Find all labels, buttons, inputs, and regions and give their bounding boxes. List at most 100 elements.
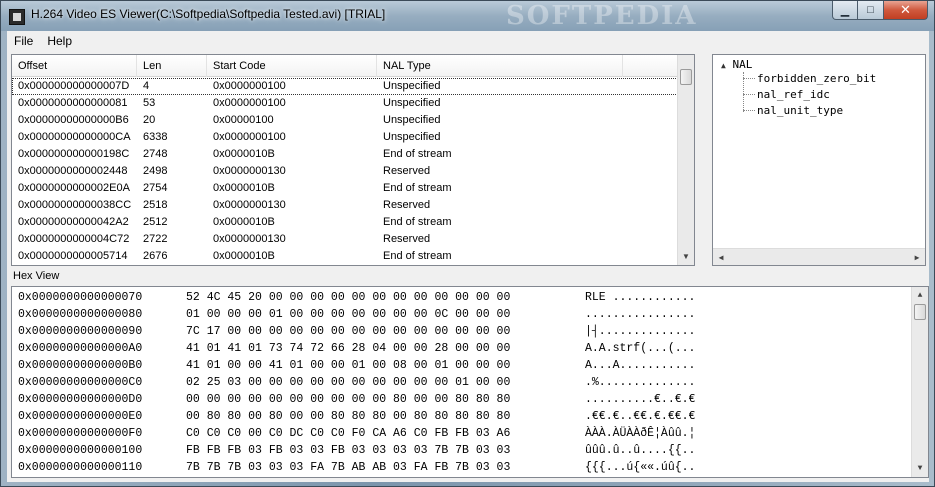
cell-nal-type: Unspecified xyxy=(383,131,441,143)
cell-nal-type: End of stream xyxy=(383,216,452,228)
tree-collapse-icon[interactable]: ▲ xyxy=(721,61,726,70)
hex-address: 0x0000000000000090 xyxy=(18,325,143,338)
panel-splitter[interactable] xyxy=(699,54,709,266)
title-bar[interactable]: H.264 Video ES Viewer(C:\Softpedia\Softp… xyxy=(1,1,934,31)
main-window: H.264 Video ES Viewer(C:\Softpedia\Softp… xyxy=(0,0,935,487)
nal-table-row[interactable]: 0x0000000000004C72 2722 0x0000000130 Reserv… xyxy=(12,231,682,248)
hex-ascii: A...A........... xyxy=(585,359,696,372)
cell-start-code: 0x0000010B xyxy=(213,148,275,160)
nal-table-row[interactable]: 0x000000000000198C 2748 0x0000010B End of s… xyxy=(12,146,682,163)
nal-list[interactable]: Offset Len Start Code NAL Type 0x0000000… xyxy=(11,54,695,266)
cell-offset: 0x000000000000198C xyxy=(18,148,130,160)
cell-start-code: 0x0000000100 xyxy=(213,131,286,143)
menu-file[interactable]: File xyxy=(7,34,40,48)
scroll-down-icon[interactable]: ▼ xyxy=(912,460,928,477)
nal-table-row[interactable]: 0x0000000000002448 2498 0x0000000130 Reserv… xyxy=(12,163,682,180)
hex-bytes: 02 25 03 00 00 00 00 00 00 00 00 00 00 0… xyxy=(186,376,511,389)
cell-nal-type: Unspecified xyxy=(383,97,441,109)
hex-ascii: {{{...ú{««.úû{.. xyxy=(585,461,696,474)
nal-table-row[interactable]: 0x00000000000000B6 20 0x00000100 Unspecifie… xyxy=(12,112,682,129)
hex-view-scroll-thumb[interactable] xyxy=(914,304,926,320)
tree-node-nal[interactable]: ▲ NAL xyxy=(721,58,752,71)
cell-nal-type: Unspecified xyxy=(383,114,441,126)
hex-view-vertical-scrollbar[interactable]: ▲ ▼ xyxy=(911,287,928,477)
hex-bytes: 00 00 00 00 00 00 00 00 00 00 80 00 00 8… xyxy=(186,393,511,406)
cell-len: 2676 xyxy=(143,250,168,262)
nal-table-row[interactable]: 0x00000000000038CC 2518 0x0000000130 Reserv… xyxy=(12,197,682,214)
close-icon: ✕ xyxy=(900,2,911,17)
maximize-button[interactable]: □ xyxy=(858,1,884,20)
column-header-nal-type[interactable]: NAL Type xyxy=(377,55,623,77)
nal-field-tree[interactable]: ▲ NAL forbidden_zero_bit nal_ref_idc nal… xyxy=(712,54,926,266)
hex-address: 0x00000000000000C0 xyxy=(18,376,143,389)
hex-address: 0x0000000000000070 xyxy=(18,291,143,304)
hex-row[interactable]: 0x0000000000000100 FB FB FB 03 FB 03 03 F… xyxy=(18,442,898,459)
hex-view[interactable]: 0x0000000000000070 52 4C 45 20 00 00 00 0… xyxy=(11,286,929,478)
close-button[interactable]: ✕ xyxy=(884,1,928,20)
hex-row[interactable]: 0x00000000000000B0 41 01 00 00 41 01 00 0… xyxy=(18,357,898,374)
hex-ascii: .€€.€..€€.€.€€.€ xyxy=(585,410,696,423)
nal-table-row[interactable]: 0x000000000000007D 4 0x0000000100 Unspecifi… xyxy=(12,78,682,95)
menu-bar: File Help xyxy=(7,31,929,50)
hex-row[interactable]: 0x0000000000000070 52 4C 45 20 00 00 00 0… xyxy=(18,289,898,306)
nal-list-header: Offset Len Start Code NAL Type xyxy=(12,55,682,77)
scroll-right-icon[interactable]: ▶ xyxy=(909,249,925,265)
hex-ascii: RLE ............ xyxy=(585,291,696,304)
hex-ascii: ..........€..€.€ xyxy=(585,393,696,406)
hex-bytes: FB FB FB 03 FB 03 03 FB 03 03 03 03 7B 7… xyxy=(186,444,511,457)
nal-table-row[interactable]: 0x0000000000002E0A 2754 0x0000010B End of s… xyxy=(12,180,682,197)
maximize-icon: □ xyxy=(867,4,874,16)
hex-row[interactable]: 0x00000000000000A0 41 01 41 01 73 74 72 6… xyxy=(18,340,898,357)
cell-start-code: 0x0000010B xyxy=(213,216,275,228)
column-header-len[interactable]: Len xyxy=(137,55,207,77)
tree-horizontal-scrollbar[interactable]: ◀ ▶ xyxy=(713,248,925,265)
nal-table-row[interactable]: 0x00000000000000CA 6338 0x0000000100 Unspec… xyxy=(12,129,682,146)
nal-list-scroll-thumb[interactable] xyxy=(680,69,692,85)
nal-list-vertical-scrollbar[interactable]: ▼ xyxy=(677,55,694,265)
cell-nal-type: End of stream xyxy=(383,148,452,160)
watermark-text: SOFTPEDIA xyxy=(506,1,698,31)
hex-bytes: 7B 7B 7B 03 03 03 FA 7B AB AB 03 FA FB 7… xyxy=(186,461,511,474)
hex-row[interactable]: 0x00000000000000C0 02 25 03 00 00 00 00 0… xyxy=(18,374,898,391)
nal-table-row[interactable]: 0x0000000000005714 2676 0x0000010B End of s… xyxy=(12,248,682,265)
hex-row[interactable]: 0x0000000000000080 01 00 00 00 01 00 00 0… xyxy=(18,306,898,323)
scroll-up-icon[interactable]: ▲ xyxy=(912,287,928,304)
scroll-down-icon[interactable]: ▼ xyxy=(678,248,694,265)
app-icon[interactable] xyxy=(9,9,25,25)
cell-offset: 0x0000000000002E0A xyxy=(18,182,130,194)
hex-address: 0x00000000000000A0 xyxy=(18,342,143,355)
cell-start-code: 0x00000100 xyxy=(213,114,274,126)
hex-row[interactable]: 0x00000000000000E0 00 80 80 00 80 00 00 8… xyxy=(18,408,898,425)
hex-row[interactable]: 0x00000000000000D0 00 00 00 00 00 00 00 0… xyxy=(18,391,898,408)
minimize-button[interactable]: ▁ xyxy=(832,1,858,20)
hex-view-label: Hex View xyxy=(13,270,60,282)
hex-bytes: 7C 17 00 00 00 00 00 00 00 00 00 00 00 0… xyxy=(186,325,511,338)
tree-node-nal-unit-type[interactable]: nal_unit_type xyxy=(757,104,843,117)
menu-help[interactable]: Help xyxy=(40,34,79,48)
hex-address: 0x00000000000000B0 xyxy=(18,359,143,372)
hex-row[interactable]: 0x0000000000000090 7C 17 00 00 00 00 00 0… xyxy=(18,323,898,340)
nal-table-row[interactable]: 0x00000000000042A2 2512 0x0000010B End of s… xyxy=(12,214,682,231)
tree-node-nal-ref-idc[interactable]: nal_ref_idc xyxy=(757,88,830,101)
cell-offset: 0x00000000000000B6 xyxy=(18,114,129,126)
nal-table-row[interactable]: 0x0000000000000081 53 0x0000000100 Unspecif… xyxy=(12,95,682,112)
hex-ascii: ûûû.û..û....{{.. xyxy=(585,444,696,457)
tree-node-label: NAL xyxy=(732,58,753,71)
hex-row[interactable]: 0x00000000000000F0 C0 C0 C0 00 C0 DC C0 C… xyxy=(18,425,898,442)
cell-nal-type: End of stream xyxy=(383,250,452,262)
hex-address: 0x0000000000000080 xyxy=(18,308,143,321)
column-header-start-code[interactable]: Start Code xyxy=(207,55,377,77)
tree-node-forbidden-zero-bit[interactable]: forbidden_zero_bit xyxy=(757,72,876,85)
hex-row[interactable]: 0x0000000000000110 7B 7B 7B 03 03 03 FA 7… xyxy=(18,459,898,476)
scroll-left-icon[interactable]: ◀ xyxy=(713,249,729,265)
client-area: Offset Len Start Code NAL Type 0x0000000… xyxy=(7,50,929,482)
cell-start-code: 0x0000010B xyxy=(213,250,275,262)
cell-nal-type: Reserved xyxy=(383,165,431,177)
cell-start-code: 0x0000000100 xyxy=(213,97,286,109)
cell-nal-type: Reserved xyxy=(383,199,431,211)
column-header-offset[interactable]: Offset xyxy=(12,55,137,77)
hex-address: 0x0000000000000100 xyxy=(18,444,143,457)
cell-nal-type: Reserved xyxy=(383,233,431,245)
cell-nal-type: End of stream xyxy=(383,182,452,194)
hex-address: 0x0000000000000110 xyxy=(18,461,143,474)
